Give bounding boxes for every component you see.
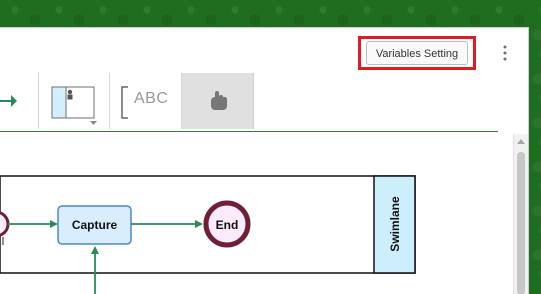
- end-event-label: End: [216, 218, 239, 232]
- diagram-canvas[interactable]: Swimlane l Capture End: [0, 134, 513, 294]
- text-tool-button[interactable]: ABC: [110, 73, 182, 129]
- swimlane-tool-button[interactable]: [39, 73, 110, 129]
- swimlane-icon: [51, 86, 97, 125]
- arrow-right-icon: [0, 95, 17, 107]
- toolbar-divider: [0, 131, 498, 132]
- scroll-up-arrow-icon[interactable]: [517, 139, 525, 144]
- hand-pointer-icon: [211, 91, 227, 110]
- vertical-scrollbar[interactable]: [513, 134, 528, 294]
- diagram-editor-window: Variables Setting ABC Swimlane l Capture…: [0, 27, 529, 294]
- scrollbar-thumb[interactable]: [517, 152, 525, 294]
- capture-task-label: Capture: [72, 218, 118, 232]
- kebab-menu-icon[interactable]: [502, 45, 508, 61]
- diagram-svg: Swimlane l Capture End: [0, 175, 416, 294]
- text-tool-label: ABC: [134, 90, 169, 107]
- start-node-label-partial: l: [2, 236, 4, 248]
- swimlane-label: Swimlane: [388, 196, 402, 252]
- diagram-toolbar: ABC: [0, 73, 528, 158]
- variables-setting-button[interactable]: Variables Setting: [366, 41, 468, 65]
- connector-tool-button[interactable]: [0, 73, 39, 129]
- pan-tool-button[interactable]: [182, 73, 254, 129]
- header-bar: Variables Setting: [0, 28, 528, 73]
